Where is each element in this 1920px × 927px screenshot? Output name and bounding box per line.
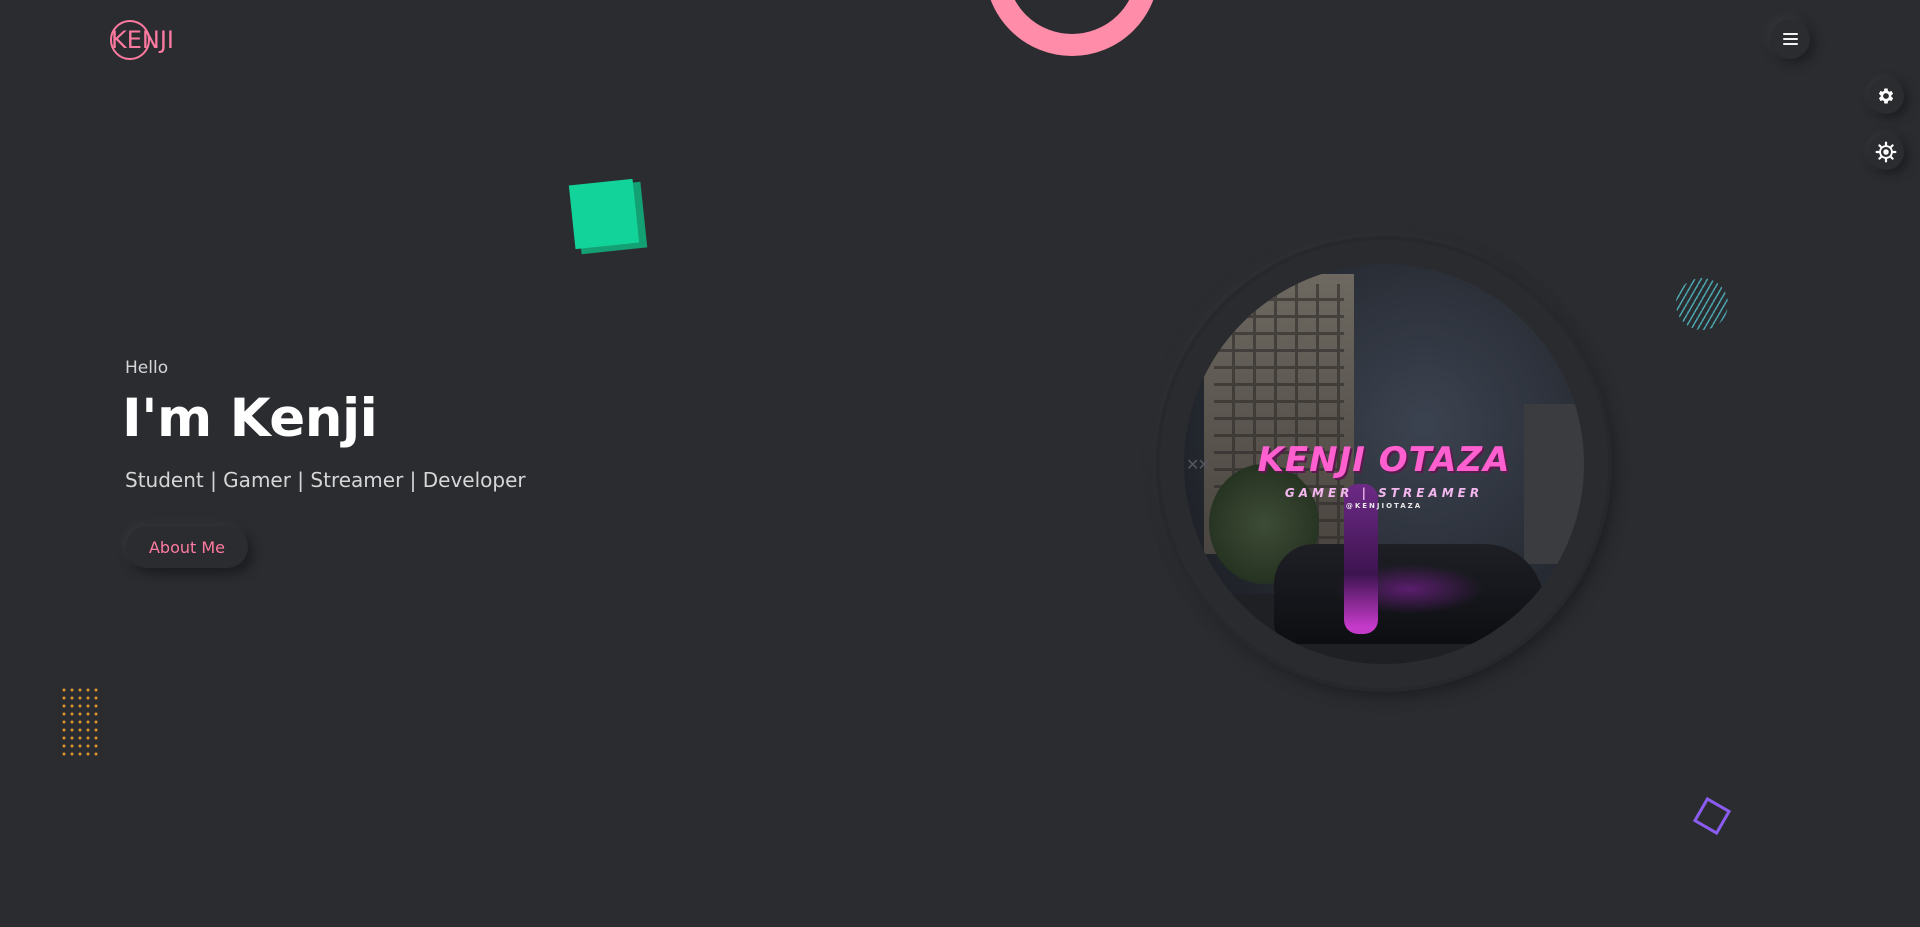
theme-toggle-button[interactable] [1868,134,1904,170]
profile-image: KENJI OTAZA GAMER | STREAMER @KENJIOTAZA [1184,264,1584,664]
profile-brand-tagline: GAMER | STREAMER [1284,486,1484,500]
profile-brand-name: KENJI OTAZA [1257,440,1511,480]
hamburger-icon [1770,19,1810,59]
hero-subtitle: Student | Gamer | Streamer | Developer [125,468,526,492]
logo-text: KENJI [111,26,175,54]
dot-grid-decoration [60,686,98,756]
page: KENJI Hello I'm Kenji Student | Gamer | … [0,0,1920,927]
hero-title: I'm Kenji [122,388,378,449]
site-logo[interactable]: KENJI [108,18,175,62]
pink-ring-decoration [985,0,1159,56]
about-me-button[interactable]: About Me [126,526,248,568]
x-mark-decoration: ✕✕ [1186,455,1211,474]
sun-gear-icon [1875,141,1897,163]
profile-image-frame: KENJI OTAZA GAMER | STREAMER @KENJIOTAZA [1160,240,1608,688]
green-square-decoration [568,178,640,250]
striped-circle-decoration [1676,278,1728,330]
profile-brand-handle: @KENJIOTAZA [1345,502,1423,510]
gear-icon [1878,88,1894,104]
hero-greeting: Hello [125,358,169,378]
purple-diamond-decoration [1692,796,1732,836]
settings-button[interactable] [1868,78,1904,114]
menu-button[interactable] [1770,19,1810,59]
